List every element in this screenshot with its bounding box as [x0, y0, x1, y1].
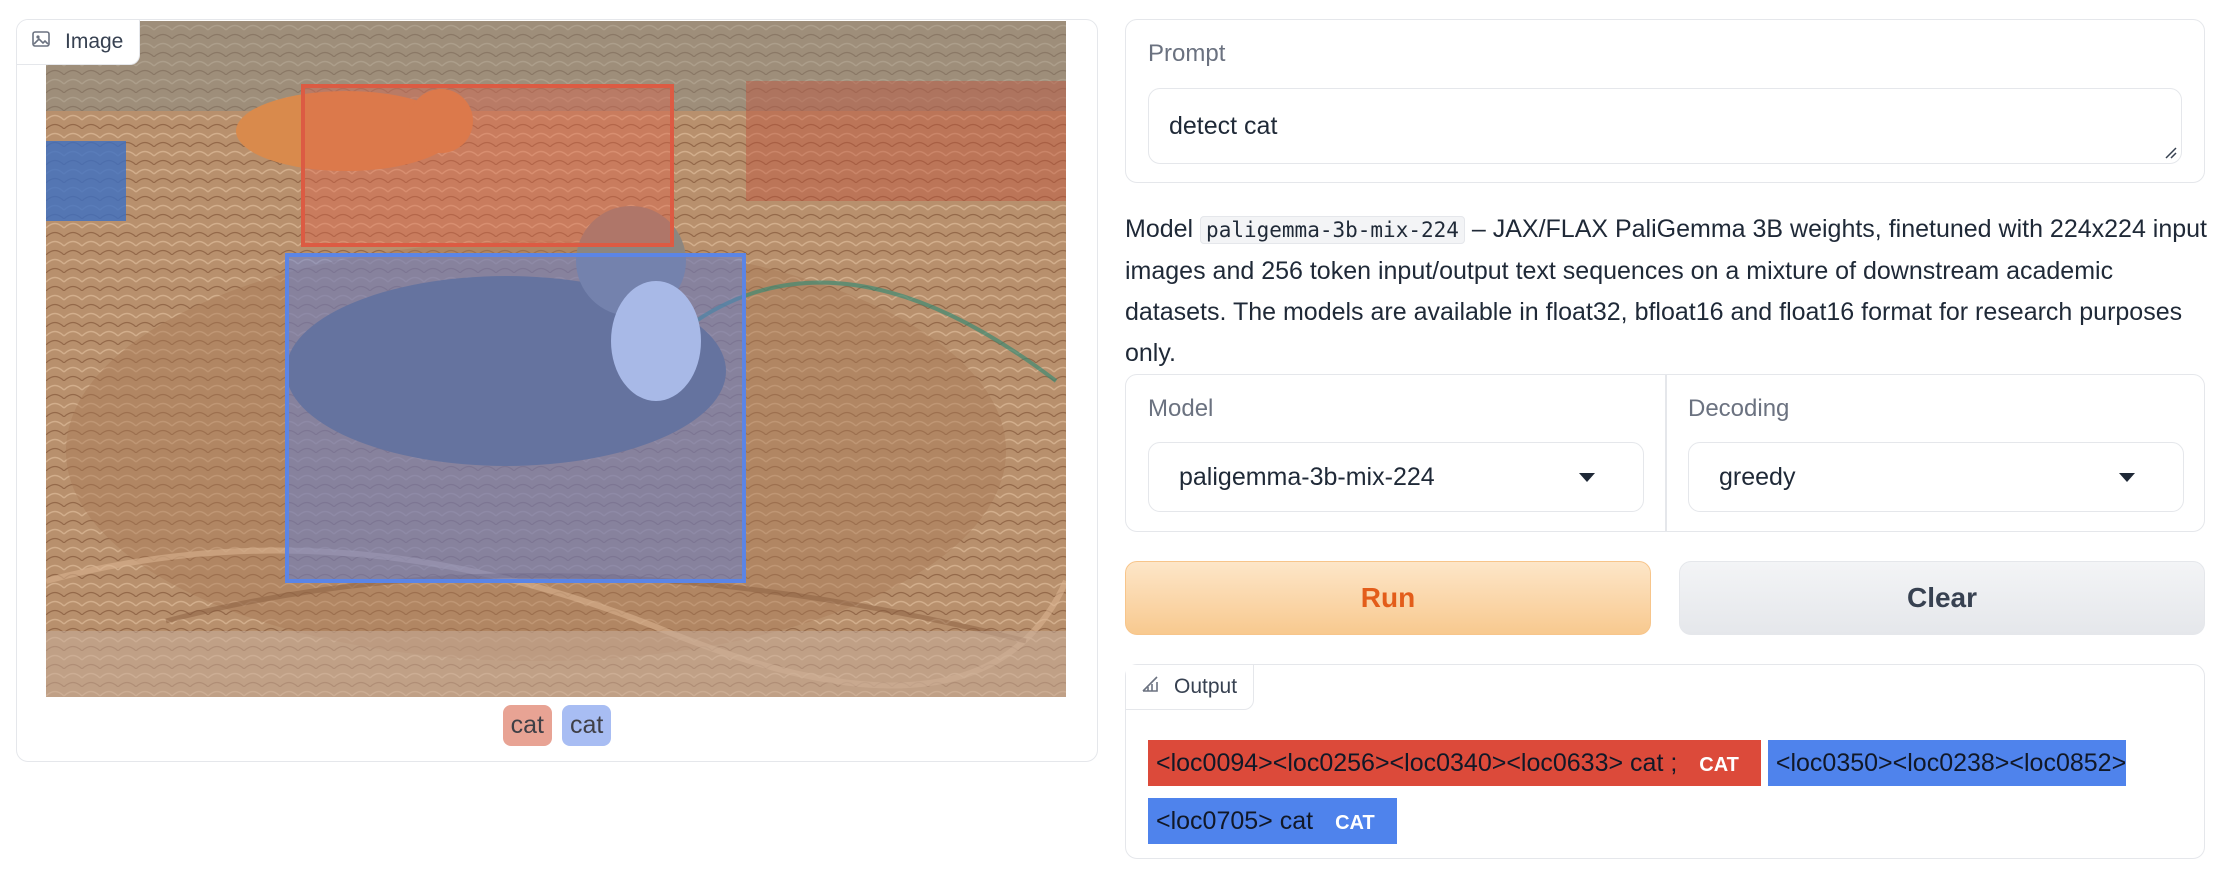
decoding-dropdown-value: greedy: [1719, 462, 1796, 491]
run-button[interactable]: Run: [1125, 561, 1651, 635]
bounding-box-cat-2: [285, 253, 746, 583]
image-label-text: Image: [65, 30, 124, 53]
entity-tag: CAT: [1699, 754, 1739, 776]
description-prefix: Model: [1125, 215, 1201, 243]
prompt-input-value: detect cat: [1169, 111, 1278, 140]
decoding-label: Decoding: [1688, 395, 1790, 422]
output-label-text: Output: [1174, 675, 1238, 698]
entity-tag: CAT: [1335, 812, 1375, 834]
image-legend: cat cat: [17, 705, 1097, 746]
caret-down-icon: [2119, 473, 2135, 482]
prompt-label: Prompt: [1148, 40, 1226, 67]
divider: [1665, 375, 1667, 531]
caret-down-icon: [1579, 473, 1595, 482]
bounding-box-cat-1: [301, 84, 674, 247]
output-segment-text: <loc0094><loc0256><loc0340><loc0633> cat…: [1156, 749, 1678, 777]
decoding-dropdown[interactable]: greedy: [1688, 442, 2184, 512]
clear-button[interactable]: Clear: [1679, 561, 2205, 635]
image-panel: Image cat cat: [16, 19, 1098, 762]
output-block-label: Output: [1126, 665, 1255, 710]
model-description: Model paligemma-3b-mix-224 – JAX/FLAX Pa…: [1125, 209, 2210, 374]
model-label: Model: [1148, 395, 1214, 422]
output-segment[interactable]: <loc0094><loc0256><loc0340><loc0633> cat…: [1148, 740, 1761, 786]
chart-icon: [1140, 674, 1160, 700]
legend-chip[interactable]: cat: [562, 705, 612, 746]
image-block-label: Image: [17, 20, 141, 65]
output-panel: Output <loc0094><loc0256><loc0340><loc06…: [1125, 664, 2205, 859]
settings-row: Model paligemma-3b-mix-224 Decoding gree…: [1125, 374, 2205, 532]
image-icon: [31, 29, 51, 55]
resize-handle-icon[interactable]: [2161, 143, 2177, 159]
prompt-input[interactable]: detect cat: [1148, 88, 2182, 164]
model-code: paligemma-3b-mix-224: [1200, 216, 1465, 244]
prompt-panel: Prompt detect cat: [1125, 19, 2205, 183]
annotated-image[interactable]: [46, 21, 1066, 697]
legend-chip[interactable]: cat: [502, 705, 552, 746]
model-dropdown[interactable]: paligemma-3b-mix-224: [1148, 442, 1644, 512]
model-dropdown-value: paligemma-3b-mix-224: [1179, 462, 1435, 491]
output-highlighted-text: <loc0094><loc0256><loc0340><loc0633> cat…: [1148, 735, 2182, 851]
